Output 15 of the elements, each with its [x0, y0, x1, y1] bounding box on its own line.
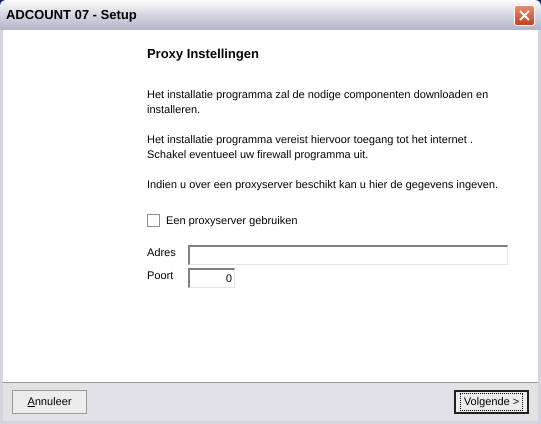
field-label: Adres: [147, 246, 177, 261]
window-title: ADCOUNT 07 - Setup: [6, 6, 137, 24]
page-heading: Proxy Instellingen: [147, 45, 260, 63]
checkbox-label: Een proxyserver gebruiken: [166, 214, 298, 228]
input-field[interactable]: 0: [188, 268, 235, 288]
next-button[interactable]: Volgende >: [454, 390, 529, 414]
info-text: Het installatie programma zal de nodige componenten downloaden en installeren.: [147, 88, 490, 118]
info-text: Indien u over een proxyserver beschikt kan u hier de gegevens ingeven.: [147, 178, 499, 192]
cancel-button[interactable]: Annuleer: [12, 390, 87, 414]
info-text: Het installatie programma vereist hiervoor toegang tot het internet . Schakel eventueel uw firewall programma uit.: [147, 132, 474, 162]
input-field[interactable]: [188, 245, 508, 265]
close-button[interactable]: [514, 4, 535, 26]
close-icon: [519, 10, 530, 20]
field-label: Poort: [147, 269, 174, 284]
proxy-checkbox[interactable]: [147, 214, 160, 228]
